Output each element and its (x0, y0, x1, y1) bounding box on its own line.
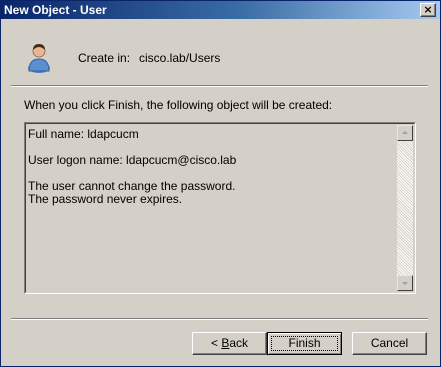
close-icon: × (423, 3, 433, 16)
close-button[interactable]: × (420, 3, 436, 17)
create-in-label: Create in: (78, 51, 131, 65)
vertical-scrollbar[interactable] (397, 125, 413, 291)
scroll-up-button[interactable] (397, 125, 413, 141)
separator (11, 318, 428, 320)
summary-logon-name: User logon name: ldapcucm@cisco.lab (28, 153, 237, 167)
cancel-button-label: Cancel (370, 336, 409, 350)
summary-content: Full name: ldapcucm User logon name: lda… (25, 123, 415, 293)
cancel-button[interactable]: Cancel (352, 332, 427, 355)
scroll-down-button[interactable] (397, 275, 413, 291)
back-button-label: < Back (210, 336, 249, 350)
summary-textbox[interactable]: Full name: ldapcucm User logon name: lda… (24, 122, 416, 294)
summary-password-expiry: The password never expires. (28, 192, 183, 206)
window-title: New Object - User (4, 3, 107, 17)
arrow-up-icon (402, 131, 408, 134)
create-in-path: cisco.lab/Users (139, 51, 221, 65)
user-icon (28, 44, 50, 73)
separator (11, 85, 428, 87)
summary-password-change: The user cannot change the password. (28, 179, 236, 193)
back-button[interactable]: < Back (192, 332, 267, 355)
finish-button[interactable]: Finish (267, 332, 342, 355)
summary-full-name: Full name: ldapcucm (28, 127, 139, 141)
arrow-down-icon (402, 282, 408, 285)
new-object-user-dialog: New Object - User × Create in: cisco.lab… (0, 0, 441, 367)
finish-button-label: Finish (288, 336, 321, 350)
title-bar[interactable]: New Object - User × (1, 1, 440, 19)
info-text: When you click Finish, the following obj… (24, 98, 333, 112)
